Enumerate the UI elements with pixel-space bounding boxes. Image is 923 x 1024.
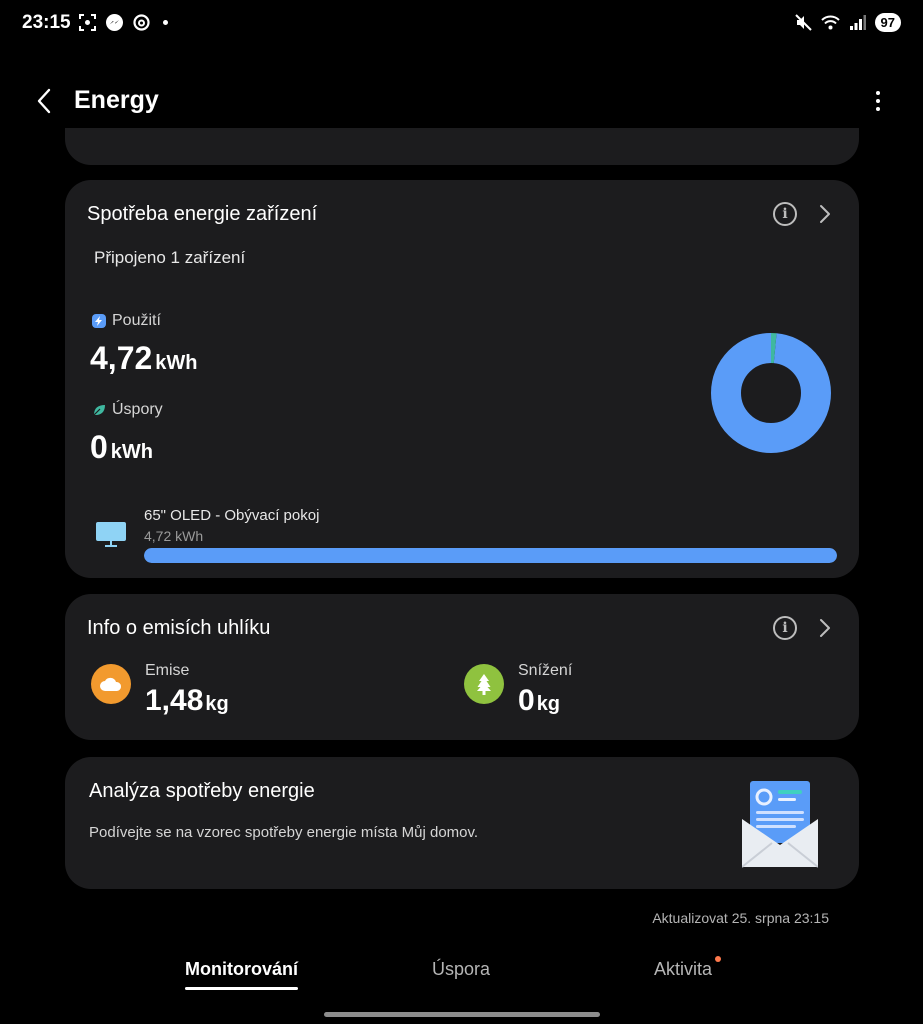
savings-label: Úspory <box>112 401 163 418</box>
reduction-label: Snížení <box>518 662 573 679</box>
device-row[interactable]: 65" OLED - Obývací pokoj 4,72 kWh <box>95 506 839 566</box>
usage-legend: Použití <box>92 312 161 330</box>
tab-savings-label: Úspora <box>432 959 491 979</box>
usage-donut-chart <box>711 333 831 453</box>
messenger-icon <box>105 13 124 32</box>
analysis-description: Podívejte se na vzorec spotřeby energie … <box>89 824 479 841</box>
back-button[interactable] <box>30 86 58 116</box>
tab-activity[interactable]: Aktivita <box>654 956 722 980</box>
reduction-number: 0 <box>518 684 535 717</box>
page-title: Energy <box>74 86 159 114</box>
app-header: Energy <box>0 78 923 124</box>
threads-icon <box>132 13 151 32</box>
mute-icon <box>794 13 813 32</box>
chevron-right-icon[interactable] <box>814 202 836 226</box>
report-envelope-icon <box>742 781 818 868</box>
carbon-title: Info o emisích uhlíku <box>87 617 271 639</box>
info-icon[interactable]: i <box>773 202 797 226</box>
leaf-icon <box>92 403 106 417</box>
status-icons-right: 97 <box>794 13 901 32</box>
emission-unit: kg <box>205 693 229 715</box>
tab-monitoring-label: Monitorování <box>185 959 298 979</box>
tree-icon <box>464 664 504 704</box>
tab-active-indicator <box>185 987 298 990</box>
status-bar: 23:15 97 <box>0 0 923 48</box>
emission-value: 1,48 kg <box>145 684 229 718</box>
device-energy-title: Spotřeba energie zařízení <box>87 203 318 225</box>
device-progress-fill <box>144 548 837 563</box>
lightning-icon <box>92 314 106 328</box>
reduction-unit: kg <box>536 693 561 715</box>
status-time: 23:15 <box>22 12 71 33</box>
device-energy-card[interactable]: Spotřeba energie zařízení i Připojeno 1 … <box>65 180 859 578</box>
tab-monitoring[interactable]: Monitorování <box>185 959 298 990</box>
savings-number: 0 <box>90 429 108 465</box>
more-dot-icon <box>876 107 880 111</box>
device-energy-value: 4,72 kWh <box>144 528 204 544</box>
tab-activity-badge <box>715 956 722 962</box>
usage-unit: kWh <box>155 352 198 374</box>
savings-value: 0 kWh <box>90 429 153 466</box>
more-dot-icon <box>876 99 880 103</box>
emission-label: Emise <box>145 662 190 679</box>
cloud-icon <box>91 664 131 704</box>
info-icon[interactable]: i <box>773 616 797 640</box>
device-name: 65" OLED - Obývací pokoj <box>144 507 320 524</box>
emission-number: 1,48 <box>145 684 204 717</box>
energy-analysis-card[interactable]: Analýza spotřeby energie Podívejte se na… <box>65 757 859 889</box>
chevron-left-icon <box>37 88 51 114</box>
last-updated-text: Aktualizovat 25. srpna 23:15 <box>652 910 829 926</box>
status-icons-left <box>78 13 168 32</box>
carbon-card[interactable]: Info o emisích uhlíku i Emise 1,48 kg Sn… <box>65 594 859 740</box>
reduction-value: 0 kg <box>518 684 560 718</box>
more-options-button[interactable] <box>865 88 891 114</box>
more-dot-icon <box>876 91 880 95</box>
screenshot-icon <box>78 13 97 32</box>
notification-dot <box>163 20 168 25</box>
analysis-title: Analýza spotřeby energie <box>89 780 315 802</box>
usage-number: 4,72 <box>90 340 153 376</box>
wifi-icon <box>820 13 840 32</box>
previous-card <box>65 128 859 165</box>
home-indicator[interactable] <box>324 1012 600 1017</box>
connected-devices-text: Připojeno 1 zařízení <box>94 248 246 267</box>
chevron-right-icon[interactable] <box>814 616 836 640</box>
battery-icon: 97 <box>874 13 901 32</box>
signal-icon <box>848 13 867 32</box>
tv-icon <box>96 522 126 547</box>
usage-label: Použití <box>112 312 161 329</box>
device-progress-bar <box>144 548 837 563</box>
savings-legend: Úspory <box>92 401 163 419</box>
bottom-tabs: Monitorování Úspora Aktivita <box>0 955 923 995</box>
tab-activity-label: Aktivita <box>654 959 713 979</box>
tab-savings[interactable]: Úspora <box>432 959 490 980</box>
usage-value: 4,72 kWh <box>90 340 198 377</box>
savings-unit: kWh <box>110 441 154 463</box>
